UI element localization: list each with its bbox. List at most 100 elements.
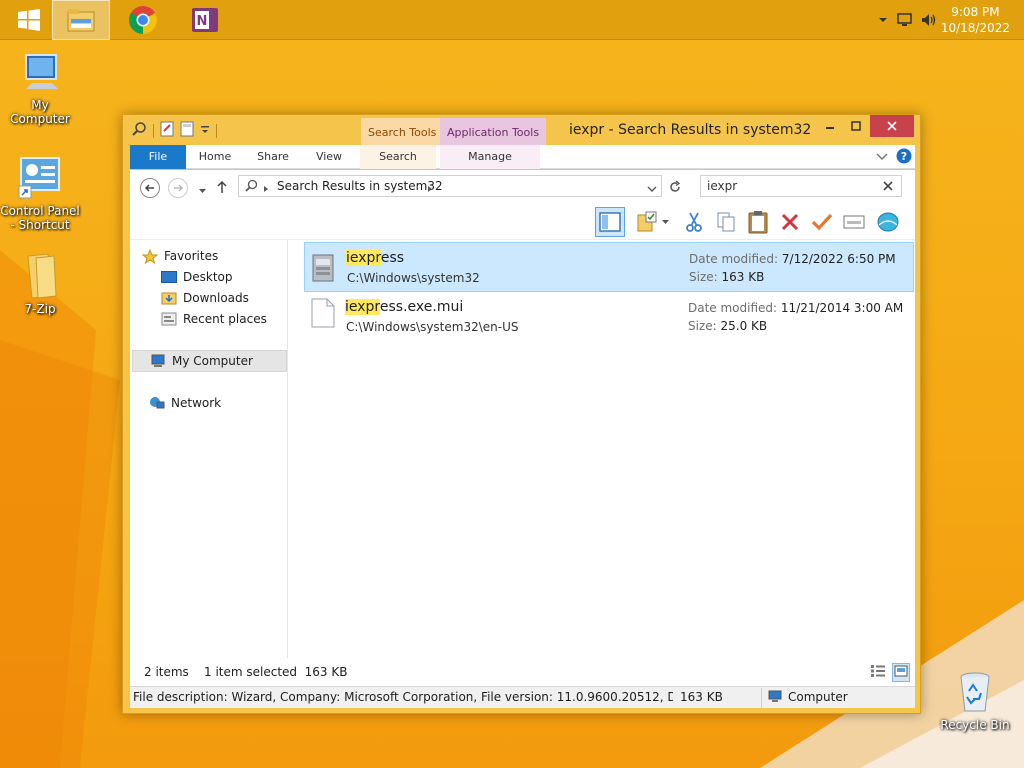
onenote-icon: N (192, 8, 218, 32)
breadcrumb[interactable]: Search Results in system32 (277, 179, 443, 193)
search-input[interactable] (707, 178, 877, 194)
file-name[interactable]: iexpress (346, 250, 404, 266)
computer-icon (17, 50, 63, 94)
tab-share[interactable]: Share (250, 145, 296, 169)
application-icon (310, 251, 336, 286)
forward-arrow-icon (174, 184, 184, 192)
tab-home[interactable]: Home (192, 145, 238, 169)
minimize-button[interactable] (817, 115, 843, 137)
blank-file-icon (311, 298, 335, 331)
windows-start-button[interactable] (0, 0, 58, 40)
file-list: iexpress C:\Windows\system32 Date modifi… (288, 240, 915, 658)
file-explorer-window: Search Tools Application Tools iexpr - S… (122, 114, 921, 714)
chrome-taskbar-button[interactable] (114, 0, 172, 40)
quick-access-toolbar (131, 121, 217, 140)
search-match-highlight: iexpr (345, 299, 380, 315)
desktop-icon-my-computer[interactable]: My Computer (0, 50, 80, 126)
file-path: C:\Windows\system32\en-US (346, 320, 519, 334)
paste-button[interactable] (744, 208, 772, 236)
nav-my-computer[interactable]: My Computer (132, 350, 287, 372)
up-button[interactable] (216, 180, 228, 197)
breadcrumb-chevron-icon[interactable] (427, 182, 433, 196)
ribbon-expand-icon[interactable] (876, 151, 888, 165)
copy-button[interactable] (712, 208, 740, 236)
control-panel-icon (17, 156, 63, 200)
address-bar[interactable]: Search Results in system32 (238, 175, 662, 197)
clock-date: 10/18/2022 (940, 21, 1010, 35)
address-dropdown-icon[interactable] (647, 182, 657, 196)
file-explorer-icon (67, 9, 95, 32)
up-arrow-icon (217, 180, 227, 193)
select-dropdown-icon[interactable] (658, 208, 672, 236)
ribbon-tabs: File Home Share View Search Manage ? (130, 145, 915, 169)
file-size: Size: 25.0 KB (688, 319, 768, 333)
desktop-icon-label: 7-Zip (24, 302, 56, 316)
file-row[interactable]: iexpress C:\Windows\system32 Date modifi… (304, 242, 914, 292)
command-toolbar (130, 204, 915, 240)
desktop-icon-control-panel[interactable]: Control Panel - Shortcut (0, 156, 80, 232)
select-folder-button[interactable] (633, 208, 661, 236)
properties-card-icon (843, 215, 865, 229)
nav-network[interactable]: Network (149, 392, 305, 414)
windows-start-icon (18, 9, 40, 31)
file-description: File description: Wizard, Company: Micro… (133, 690, 673, 704)
desktop-icon-label: My Computer (10, 98, 70, 126)
search-tools-context-label: Search Tools (361, 118, 444, 145)
maximize-button[interactable] (843, 115, 869, 137)
tab-file[interactable]: File (130, 145, 186, 169)
customize-dropdown-icon[interactable] (200, 124, 210, 138)
selection-info: 1 item selected 163 KB (204, 665, 348, 679)
network-tray-icon[interactable] (896, 11, 914, 29)
onenote-taskbar-button[interactable]: N (176, 0, 234, 40)
nav-my-computer-label: My Computer (172, 354, 253, 368)
desktop-icon-label: Control Panel - Shortcut (0, 204, 80, 232)
breadcrumb-chevron-icon[interactable] (263, 182, 269, 196)
tab-manage[interactable]: Manage (440, 145, 540, 169)
cut-button[interactable] (680, 208, 708, 236)
file-name[interactable]: iexpress.exe.mui (345, 299, 463, 315)
scissors-icon (686, 212, 702, 232)
help-icon[interactable]: ? (896, 148, 912, 167)
recent-places-icon (161, 312, 177, 326)
desktop-icon-7zip[interactable]: 7-Zip (0, 253, 80, 316)
preview-pane-icon (599, 212, 621, 232)
folder-check-icon (637, 211, 657, 232)
recycle-bin-icon (952, 670, 998, 714)
nav-favorites[interactable]: Favorites (142, 245, 298, 267)
clock[interactable]: 9:08 PM 10/18/2022 (941, 4, 1010, 36)
downloads-folder-icon (161, 291, 177, 305)
search-box[interactable] (700, 175, 902, 197)
file-explorer-taskbar-button[interactable] (52, 0, 110, 40)
clock-time: 9:08 PM (951, 5, 1000, 19)
back-button[interactable] (140, 178, 160, 198)
volume-tray-icon[interactable] (920, 11, 938, 29)
clear-search-button[interactable] (883, 180, 893, 194)
forward-button[interactable] (168, 178, 188, 198)
preview-pane-button[interactable] (595, 207, 625, 237)
search-icon (131, 121, 147, 140)
delete-button[interactable] (776, 208, 804, 236)
recent-locations-dropdown-icon[interactable] (198, 183, 207, 197)
title-bar[interactable]: Search Tools Application Tools iexpr - S… (123, 115, 920, 145)
tray-expand-icon[interactable] (874, 11, 892, 29)
date-modified: Date modified: 7/12/2022 6:50 PM (689, 252, 896, 266)
check-icon (811, 213, 833, 231)
address-row: Search Results in system32 (130, 170, 915, 204)
file-row[interactable]: iexpress.exe.mui C:\Windows\system32\en-… (304, 292, 914, 342)
refresh-button[interactable] (668, 180, 682, 197)
tab-search[interactable]: Search (360, 145, 436, 169)
globe-icon (877, 212, 899, 232)
properties-button[interactable] (840, 208, 868, 236)
tab-view[interactable]: View (306, 145, 352, 169)
nav-network-label: Network (171, 396, 222, 410)
new-folder-icon[interactable] (180, 121, 194, 140)
properties-icon[interactable] (160, 121, 174, 140)
large-icons-view-icon[interactable] (892, 663, 910, 682)
details-view-icon[interactable] (870, 664, 886, 681)
desktop-icon-recycle-bin[interactable]: Recycle Bin (935, 670, 1015, 732)
open-button[interactable] (874, 208, 902, 236)
rename-button[interactable] (808, 208, 836, 236)
application-tools-context-label: Application Tools (440, 118, 547, 145)
close-button[interactable] (870, 115, 914, 137)
star-icon (142, 248, 158, 264)
